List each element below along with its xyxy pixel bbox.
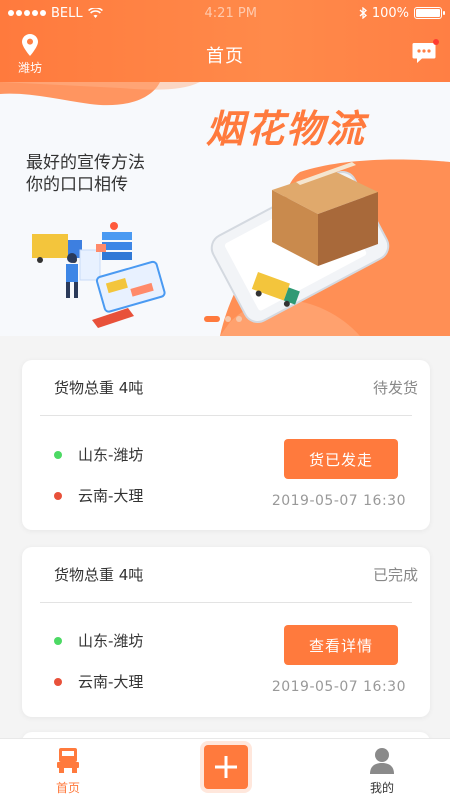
carrier-label: BELL — [51, 5, 83, 21]
banner-slogan: 最好的宣传方法 你的口口相传 — [26, 152, 145, 196]
banner-dot-active[interactable] — [204, 316, 220, 322]
app-header: BELL 4:21 PM 100% 潍坊 首页 — [0, 0, 450, 82]
bottom-tab-bar: 首页 我的 — [0, 738, 450, 800]
promo-banner[interactable]: 烟花物流 最好的宣传方法 你的口口相传 — [0, 82, 450, 336]
banner-slogan-line1: 最好的宣传方法 — [26, 153, 145, 173]
truck-icon — [57, 748, 79, 773]
origin-label: 山东-潍坊 — [78, 446, 144, 464]
tab-mine-label: 我的 — [369, 781, 394, 795]
order-status: 待发货 — [372, 379, 418, 397]
origin-row: 山东-潍坊 — [54, 630, 143, 651]
order-card[interactable]: 货物总重 4吨 待发货 山东-潍坊 云南-大理 货已发走 2019-05-07 … — [22, 360, 430, 530]
nav-bar: 潍坊 首页 — [0, 26, 450, 82]
cargo-weight: 货物总重 4吨 — [54, 379, 144, 397]
destination-row: 云南-大理 — [54, 671, 143, 692]
origin-dot-icon — [54, 450, 62, 459]
banner-dot[interactable] — [236, 316, 242, 322]
origin-row: 山东-潍坊 — [54, 444, 143, 465]
origin-dot-icon — [54, 636, 62, 645]
destination-label: 云南-大理 — [78, 487, 144, 505]
tab-home[interactable]: 首页 — [56, 747, 80, 796]
banner-pagination — [204, 316, 242, 322]
wifi-icon — [87, 7, 103, 18]
banner-slogan-line2: 你的口口相传 — [26, 175, 128, 195]
plus-icon — [215, 756, 237, 778]
destination-label: 云南-大理 — [78, 673, 144, 691]
message-icon — [412, 43, 436, 63]
destination-dot-icon — [54, 677, 62, 686]
battery-icon — [414, 7, 445, 19]
destination-row: 云南-大理 — [54, 485, 143, 506]
page-title: 首页 — [206, 46, 244, 67]
shipped-button[interactable]: 货已发走 — [284, 439, 398, 479]
destination-dot-icon — [54, 491, 62, 500]
view-details-button[interactable]: 查看详情 — [284, 625, 398, 665]
banner-title: 烟花物流 — [206, 107, 367, 151]
order-status: 已完成 — [372, 566, 418, 584]
battery-percent: 100% — [371, 5, 409, 21]
add-order-button[interactable] — [204, 745, 248, 789]
order-time: 2019-05-07 16:30 — [271, 679, 406, 695]
banner-dot[interactable] — [225, 316, 231, 322]
bluetooth-icon — [359, 7, 367, 19]
cargo-weight: 货物总重 4吨 — [54, 566, 144, 584]
unread-badge — [433, 39, 439, 45]
order-card[interactable]: 货物总重 4吨 已完成 山东-潍坊 云南-大理 查看详情 2019-05-07 … — [22, 547, 430, 717]
user-icon — [369, 748, 394, 774]
tab-home-label: 首页 — [56, 781, 81, 795]
order-time: 2019-05-07 16:30 — [271, 493, 406, 509]
origin-label: 山东-潍坊 — [78, 632, 144, 650]
status-bar: BELL 4:21 PM 100% — [0, 0, 450, 26]
tab-mine[interactable]: 我的 — [369, 747, 394, 796]
message-button[interactable] — [412, 39, 439, 64]
order-card-header: 货物总重 4吨 已完成 — [40, 547, 418, 603]
order-card-header: 货物总重 4吨 待发货 — [40, 360, 418, 416]
signal-icon — [8, 10, 46, 16]
status-time: 4:21 PM — [204, 5, 257, 21]
